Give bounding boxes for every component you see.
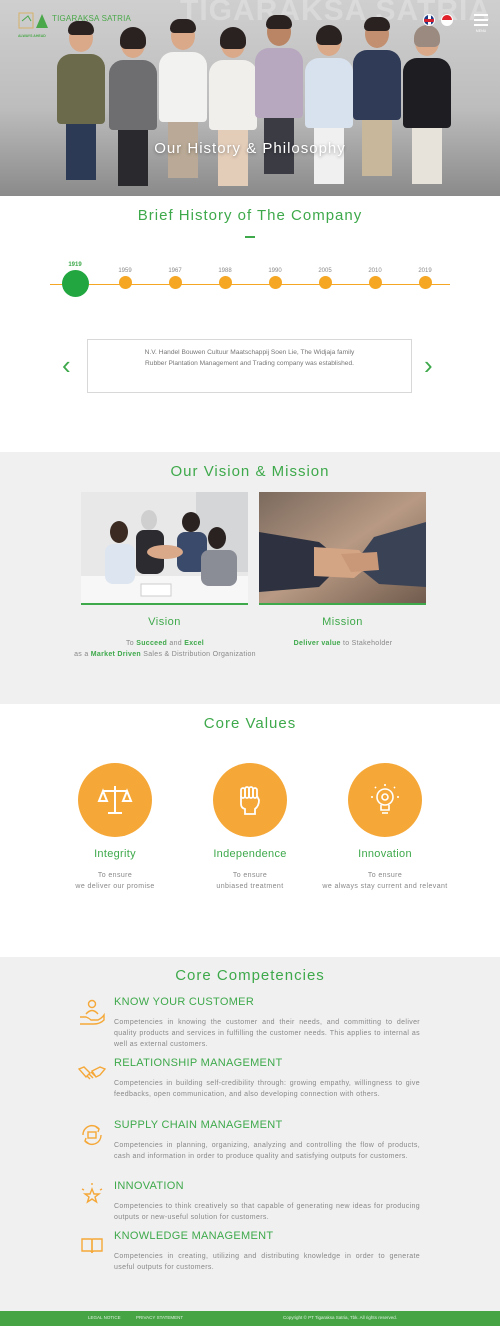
timeline-dot xyxy=(418,276,432,289)
competency-text: Competencies to think creatively so that… xyxy=(114,1203,420,1221)
team-member xyxy=(209,27,257,196)
competency-title: SUPPLY CHAIN MANAGEMENT xyxy=(114,1119,283,1131)
history-description-box: N.V. Handel Bouwen Cultuur Maatschappij … xyxy=(87,339,412,393)
team-photo xyxy=(55,14,455,196)
competency-title: KNOW YOUR CUSTOMER xyxy=(114,996,255,1008)
menu-button[interactable]: MENU xyxy=(474,14,488,33)
language-switcher xyxy=(423,14,453,26)
competency-title: KNOWLEDGE MANAGEMENT xyxy=(114,1230,274,1242)
competency-text: Competencies in creating, utilizing and … xyxy=(114,1253,420,1271)
innovation-title: Innovation xyxy=(358,848,412,860)
supply-cycle-icon xyxy=(82,1125,102,1145)
open-book-icon xyxy=(81,1238,103,1254)
team-member xyxy=(353,17,401,196)
timeline-item[interactable]: 2005 xyxy=(310,268,340,289)
mission-title: Mission xyxy=(322,616,363,628)
team-member xyxy=(403,25,451,196)
hero-title: Our History & Philosophy xyxy=(154,140,346,157)
team-member xyxy=(159,19,207,196)
competency-text: Competencies in planning, organizing, an… xyxy=(114,1142,420,1160)
team-member xyxy=(57,21,105,196)
timeline-dot xyxy=(218,276,232,289)
lightbulb-gear-icon xyxy=(371,784,399,814)
competency-text: Competencies in knowing the customer and… xyxy=(114,1019,420,1048)
vision-text: To Succeed and Excel as a Market Driven … xyxy=(74,640,256,658)
independence-text: To ensure unbiased treatment xyxy=(216,872,284,890)
hero-banner: TIGARAKSA SATRIA AL TIGARAKSA SATRIA ALW… xyxy=(0,0,500,196)
timeline-year: 1959 xyxy=(118,268,132,274)
timeline-year: 1967 xyxy=(168,268,182,274)
timeline-dot xyxy=(168,276,182,289)
handshake-icon xyxy=(78,1066,106,1080)
team-member xyxy=(109,27,157,196)
timeline-dot xyxy=(268,276,282,289)
prev-arrow-button[interactable]: ‹ xyxy=(62,352,71,378)
mission-image xyxy=(259,492,426,605)
privacy-statement-link[interactable]: PRIVACY STATEMENT xyxy=(136,1315,183,1320)
independence-title: Independence xyxy=(213,848,287,860)
star-sparkle-icon xyxy=(81,1183,103,1204)
history-title: Brief History of The Company xyxy=(137,207,363,224)
menu-label: MENU xyxy=(475,29,487,33)
logo-tagline: ALWAYS AHEAD xyxy=(18,34,46,38)
innovation-text: To ensure we always stay current and rele… xyxy=(322,872,448,890)
timeline-dot xyxy=(118,276,132,289)
mission-text: Deliver value to Stakeholder xyxy=(293,640,393,647)
logo-mark-icon xyxy=(18,10,48,32)
timeline-item[interactable]: 1990 xyxy=(260,268,290,289)
copyright-text: Copyright © PT Tigaraksa Satria, Tbk. Al… xyxy=(283,1315,397,1320)
competency-title: INNOVATION xyxy=(114,1180,184,1192)
competencies-title: Core Competencies xyxy=(175,967,325,984)
timeline-item[interactable]: 1919 xyxy=(60,262,90,297)
integrity-circle xyxy=(78,763,152,837)
legal-notice-link[interactable]: LEGAL NOTICE xyxy=(88,1315,121,1320)
timeline-item[interactable]: 2019 xyxy=(410,268,440,289)
timeline-dot xyxy=(368,276,382,289)
footer: LEGAL NOTICE PRIVACY STATEMENT Copyright… xyxy=(0,1311,500,1326)
timeline-year: 1919 xyxy=(68,262,82,268)
independence-circle xyxy=(213,763,287,837)
scales-icon xyxy=(97,786,133,814)
indonesia-flag-icon[interactable] xyxy=(441,14,453,26)
competency-text: Competencies in building self-credibilit… xyxy=(114,1080,420,1098)
next-arrow-button[interactable]: › xyxy=(424,352,433,378)
vision-image xyxy=(81,492,248,605)
timeline-dot xyxy=(318,276,332,289)
timeline-item[interactable]: 1959 xyxy=(110,268,140,289)
timeline-item[interactable]: 1988 xyxy=(210,268,240,289)
uk-flag-icon[interactable] xyxy=(423,14,435,26)
vision-title: Vision xyxy=(148,616,181,628)
timeline-item[interactable]: 2010 xyxy=(360,268,390,289)
competency-title: RELATIONSHIP MANAGEMENT xyxy=(114,1057,283,1069)
team-member xyxy=(305,25,353,196)
hamburger-icon xyxy=(474,14,488,16)
history-description: N.V. Handel Bouwen Cultuur Maatschappij … xyxy=(144,349,355,367)
timeline-year: 2010 xyxy=(368,268,382,274)
timeline-year: 2005 xyxy=(318,268,332,274)
timeline-year: 2019 xyxy=(418,268,432,274)
company-logo[interactable]: TIGARAKSA SATRIA xyxy=(18,10,131,32)
fist-icon xyxy=(240,786,260,815)
hand-person-icon xyxy=(80,999,105,1025)
timeline-year: 1988 xyxy=(218,268,232,274)
title-divider xyxy=(245,236,255,238)
timeline-dot-active xyxy=(61,270,89,297)
team-member xyxy=(255,15,303,196)
innovation-circle xyxy=(348,763,422,837)
logo-text: TIGARAKSA SATRIA xyxy=(52,14,132,23)
integrity-title: Integrity xyxy=(94,848,136,860)
integrity-text: To ensure we deliver our promise xyxy=(75,872,155,890)
timeline-year: 1990 xyxy=(268,268,282,274)
timeline-item[interactable]: 1967 xyxy=(160,268,190,289)
vision-mission-title: Our Vision & Mission xyxy=(170,463,330,480)
core-values-title: Core Values xyxy=(203,715,297,732)
